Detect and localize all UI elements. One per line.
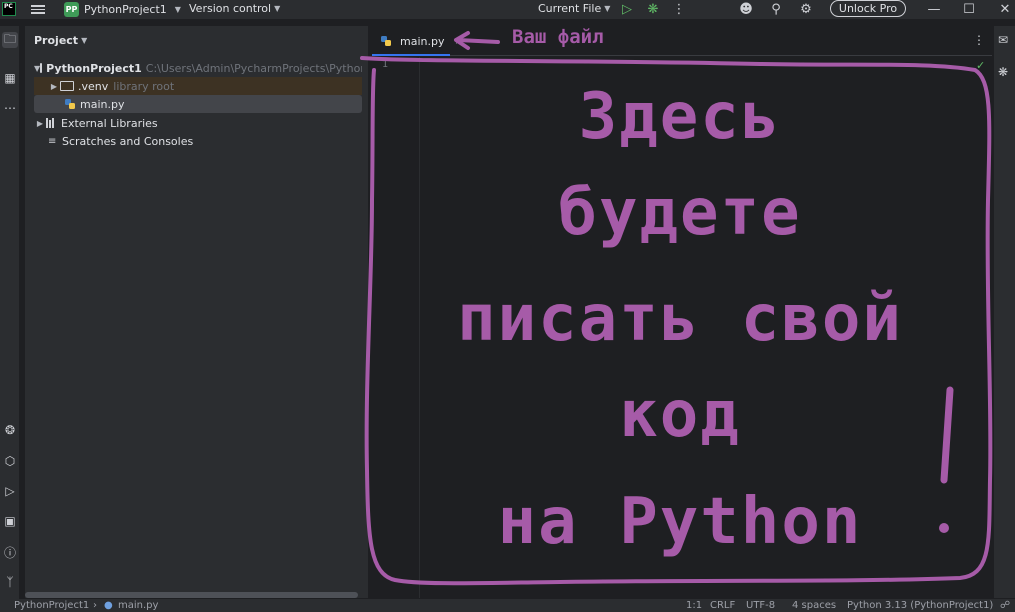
version-control-menu[interactable]: Version control ▼ xyxy=(189,2,280,15)
services-icon[interactable]: ⬡ xyxy=(2,453,18,469)
run-config-label: Current File xyxy=(538,2,601,15)
breadcrumb-separator-icon: › xyxy=(93,600,97,611)
run-icon[interactable]: ▷ xyxy=(619,1,635,17)
editor-tab-bar: main.py × ⋮ xyxy=(372,26,992,56)
tab-label: main.py xyxy=(400,35,444,48)
unlock-pro-button[interactable]: Unlock Pro xyxy=(830,0,906,17)
main-menu-icon[interactable] xyxy=(31,3,45,15)
pycharm-logo-icon: PC xyxy=(2,2,16,16)
tree-item-venv[interactable]: ▶ .venv library root xyxy=(34,77,362,95)
tree-item-label: Scratches and Consoles xyxy=(62,135,193,148)
maximize-icon[interactable]: ☐ xyxy=(961,1,977,17)
annotation-your-file: Ваш файл xyxy=(512,26,604,48)
collapse-arrow-icon[interactable]: ▶ xyxy=(34,119,46,128)
project-panel-title[interactable]: Project ▼ xyxy=(34,34,87,47)
project-name: PythonProject1 xyxy=(84,3,167,16)
tree-item-label: .venv xyxy=(78,80,108,93)
breadcrumb-project[interactable]: PythonProject1 xyxy=(14,600,89,611)
project-tool-window: Project ▼ ▼ PythonProject1 C:\Users\Admi… xyxy=(25,26,368,598)
tree-item-project-root[interactable]: ▼ PythonProject1 C:\Users\Admin\PycharmP… xyxy=(34,59,362,77)
collapse-arrow-icon[interactable]: ▶ xyxy=(48,82,60,91)
add-user-icon[interactable]: ☻ xyxy=(738,1,754,17)
python-file-icon: ● xyxy=(104,600,113,611)
annotation-line-2: будете xyxy=(380,178,980,248)
python-file-icon xyxy=(64,98,76,110)
inspection-ok-icon[interactable]: ✓ xyxy=(976,59,985,72)
lock-icon[interactable]: ☍ xyxy=(1000,600,1010,611)
python-file-icon xyxy=(380,35,392,47)
folder-icon xyxy=(60,81,74,91)
more-tools-icon[interactable]: ⋯ xyxy=(2,100,18,116)
annotation-line-3: писать свой xyxy=(380,284,980,354)
more-actions-icon[interactable]: ⋮ xyxy=(671,1,687,17)
tree-item-scratches[interactable]: ≡ Scratches and Consoles xyxy=(34,132,362,150)
tab-close-icon[interactable]: × xyxy=(454,36,462,47)
python-interpreter[interactable]: Python 3.13 (PythonProject1) xyxy=(847,600,993,611)
breadcrumb-file[interactable]: main.py xyxy=(118,600,158,611)
line-number: 1 xyxy=(382,59,388,70)
project-badge: PP xyxy=(64,2,79,17)
version-control-label: Version control xyxy=(189,2,271,15)
project-folder-icon[interactable]: 🗀 xyxy=(2,32,18,48)
line-separator[interactable]: CRLF xyxy=(710,600,735,611)
search-icon[interactable]: ⚲ xyxy=(768,1,784,17)
tree-item-label: PythonProject1 xyxy=(46,62,142,75)
python-packages-icon[interactable]: ❂ xyxy=(2,422,18,438)
scratches-icon: ≡ xyxy=(48,136,60,147)
chevron-down-icon: ▼ xyxy=(81,36,87,45)
tree-item-path: C:\Users\Admin\PycharmProjects\PythonPro… xyxy=(146,62,362,75)
structure-icon[interactable]: ▦ xyxy=(2,70,18,86)
project-switcher[interactable]: PP PythonProject1 ▼ xyxy=(64,1,181,18)
tree-item-label: main.py xyxy=(80,98,124,111)
indent-setting[interactable]: 4 spaces xyxy=(792,600,836,611)
close-icon[interactable]: ✕ xyxy=(997,1,1013,17)
tree-item-main-py[interactable]: main.py xyxy=(34,95,362,113)
left-tool-strip: 🗀 ▦ ⋯ ❂ ⬡ ▷ ▣ ⓘ ᛉ xyxy=(0,26,20,606)
terminal-icon[interactable]: ▣ xyxy=(2,513,18,529)
file-encoding[interactable]: UTF-8 xyxy=(746,600,775,611)
project-panel-title-label: Project xyxy=(34,34,78,47)
tree-item-external-libraries[interactable]: ▶ External Libraries xyxy=(34,114,362,132)
annotation-line-1: Здесь xyxy=(380,82,980,152)
problems-icon[interactable]: ⓘ xyxy=(2,544,18,560)
git-branch-icon[interactable]: ᛉ xyxy=(2,574,18,590)
notifications-bell-icon[interactable]: ✉ xyxy=(998,33,1012,47)
horizontal-scrollbar[interactable] xyxy=(25,592,358,598)
chevron-down-icon: ▼ xyxy=(604,4,610,13)
annotation-line-5: на Python xyxy=(380,487,980,557)
annotation-line-4: код xyxy=(380,380,980,450)
ai-assistant-icon[interactable]: ❋ xyxy=(998,65,1012,79)
tab-actions-icon[interactable]: ⋮ xyxy=(973,33,985,47)
right-tool-strip: ✉ ❋ xyxy=(994,26,1015,598)
active-tab-indicator xyxy=(372,54,450,56)
chevron-down-icon: ▼ xyxy=(274,4,280,13)
run-tool-icon[interactable]: ▷ xyxy=(2,483,18,499)
chevron-down-icon: ▼ xyxy=(175,5,181,14)
title-bar: PC PP PythonProject1 ▼ Version control ▼… xyxy=(0,0,1015,19)
debug-icon[interactable]: ❋ xyxy=(645,1,661,17)
tree-item-label: External Libraries xyxy=(61,117,158,130)
tree-item-hint: library root xyxy=(113,80,174,93)
tab-main-py[interactable]: main.py × xyxy=(380,29,463,53)
library-icon xyxy=(46,118,57,128)
minimize-icon[interactable]: — xyxy=(926,1,942,17)
status-bar: PythonProject1 › ● main.py 1:1 CRLF UTF-… xyxy=(0,599,1015,612)
caret-position[interactable]: 1:1 xyxy=(686,600,702,611)
folder-icon xyxy=(40,63,42,73)
settings-gear-icon[interactable]: ⚙ xyxy=(798,1,814,17)
run-config-selector[interactable]: Current File ▼ xyxy=(538,2,610,15)
